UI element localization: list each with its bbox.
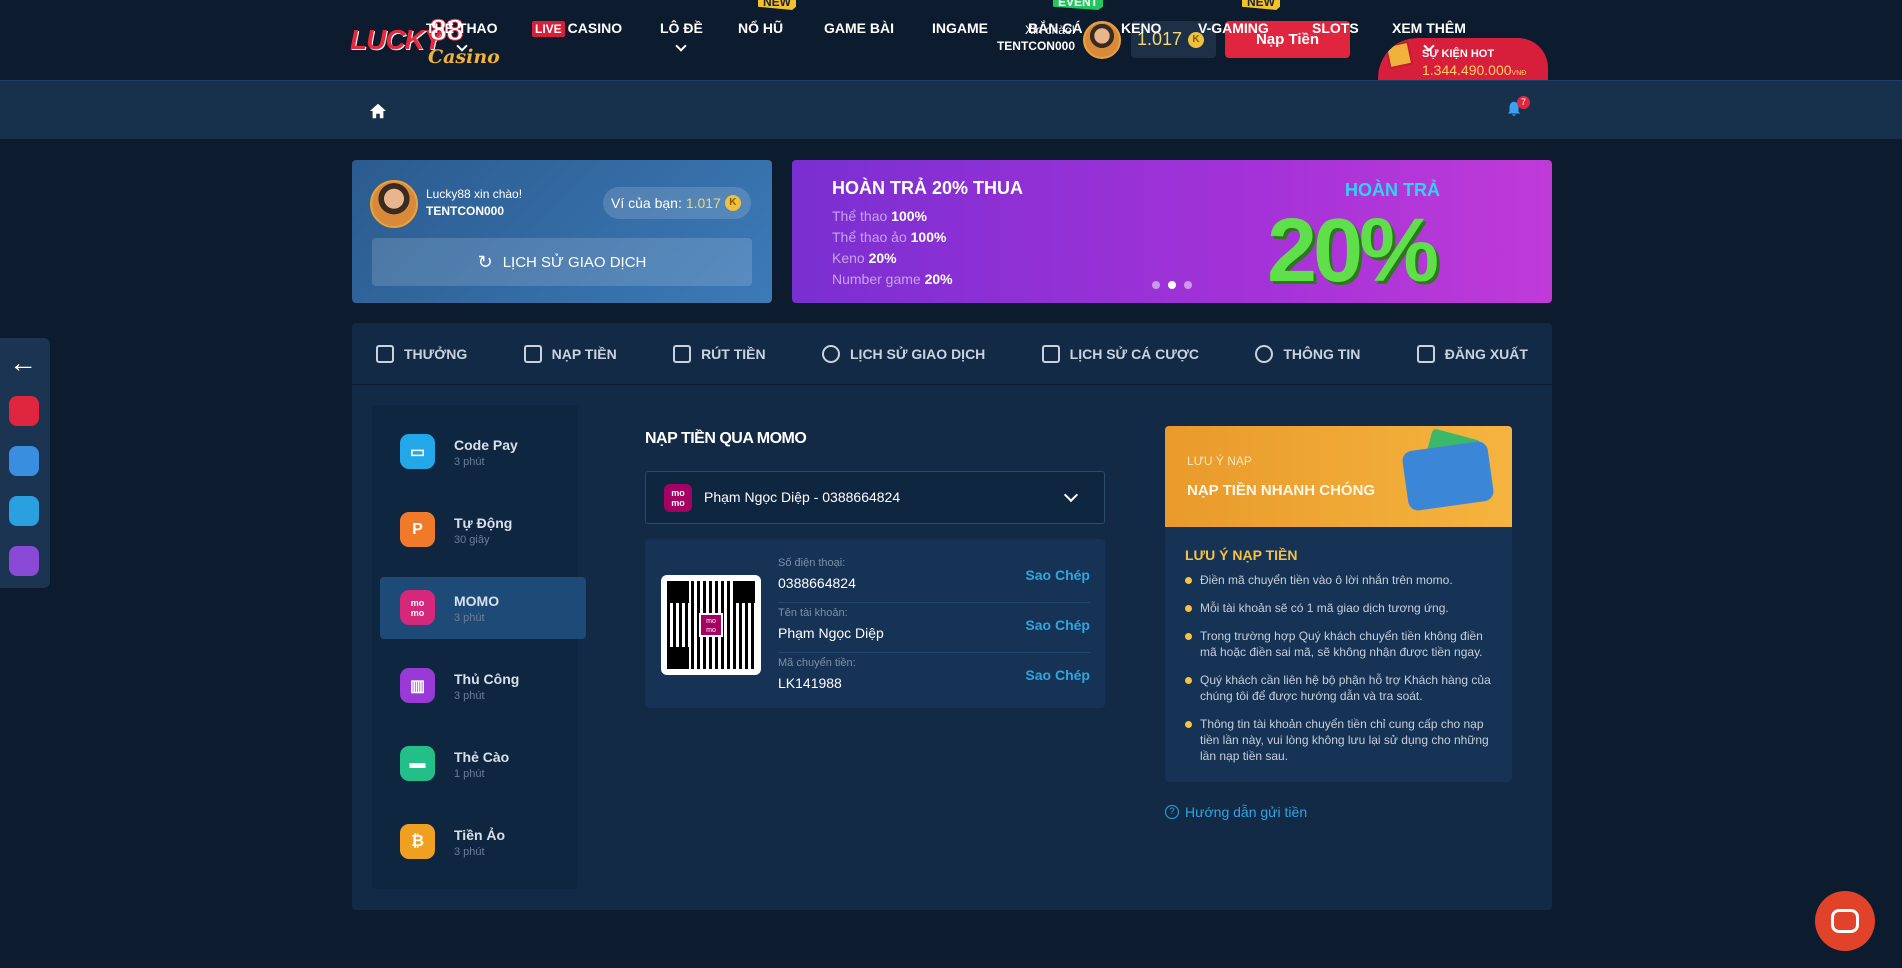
method-tu-dong[interactable]: P Tự Động 30 giây <box>380 499 586 561</box>
payment-method-list: ▭ Code Pay 3 phút P Tự Động 30 giây mo mo MOMO… <box>372 405 586 889</box>
tab-rut-tien[interactable]: RÚT TIỀN <box>673 344 766 363</box>
list-item: Trong trường hợp Quý khách chuyển tiền k… <box>1185 628 1500 660</box>
copy-name-button[interactable]: Sao Chép <box>1025 617 1090 633</box>
avatar <box>370 180 418 228</box>
carousel-dot[interactable] <box>1168 281 1176 289</box>
bitcoin-icon: ₿ <box>400 824 435 859</box>
nav-keno[interactable]: KENO <box>1121 20 1161 36</box>
nav-ingame[interactable]: INGAME <box>932 20 988 36</box>
phone-field: Số điện thoại: 0388664824 Sao Chép <box>778 553 1090 603</box>
account-select[interactable]: mo mo Phạm Ngọc Diệp - 0388664824 <box>645 471 1105 524</box>
nav-slots[interactable]: SLOTS <box>1312 20 1359 36</box>
user-icon <box>1255 344 1274 363</box>
wallet-icon <box>1401 440 1495 512</box>
telegram-icon[interactable] <box>9 496 39 526</box>
notification-count: 7 <box>1517 96 1530 109</box>
tab-thuong[interactable]: THƯỞNG <box>376 344 467 363</box>
avatar[interactable] <box>1083 21 1121 59</box>
method-thu-cong[interactable]: ▥ Thủ Công 3 phút <box>380 655 586 717</box>
nav-game-bai[interactable]: GAME BÀI <box>824 20 894 36</box>
help-icon: ? <box>1165 805 1179 819</box>
back-arrow-icon[interactable]: ← <box>9 349 39 380</box>
notes-list: Điền mã chuyển tiền vào ô lời nhắn trên … <box>1185 572 1500 776</box>
transaction-history-button[interactable]: ↻ LỊCH SỬ GIAO DỊCH <box>372 238 752 286</box>
copy-phone-button[interactable]: Sao Chép <box>1025 567 1090 583</box>
home-icon[interactable] <box>369 102 387 120</box>
nav-v-gaming[interactable]: V-GAMING NEW <box>1198 0 1280 36</box>
deposit-guide-link[interactable]: ? Hướng dẫn gửi tiền <box>1165 804 1307 820</box>
tab-nap-tien[interactable]: NẠP TIỀN <box>523 344 617 363</box>
receipt-icon <box>1041 344 1060 363</box>
quick-sidebar: ← <box>0 338 50 588</box>
method-code-pay[interactable]: ▭ Code Pay 3 phút <box>380 421 586 483</box>
method-tien-ao[interactable]: ₿ Tiền Ảo 3 phút <box>380 811 586 873</box>
carousel-dot[interactable] <box>1152 281 1160 289</box>
logout-icon <box>1416 344 1435 363</box>
transfer-info-card: mo mo Số điện thoại: 0388664824 Sao Chép T… <box>645 539 1105 708</box>
list-item: Điền mã chuyển tiền vào ô lời nhắn trên … <box>1185 572 1500 588</box>
account-name-field: Tên tài khoản: Phạm Ngọc Diệp Sao Chép <box>778 603 1090 653</box>
method-momo[interactable]: mo mo MOMO 3 phút <box>380 577 586 639</box>
nav-live-casino[interactable]: LIVE CASINO <box>532 20 622 37</box>
momo-icon: mo mo <box>664 484 692 512</box>
momo-icon: mo mo <box>400 590 435 625</box>
notes-banner: LƯU Ý NẠP NẠP TIỀN NHANH CHÓNG <box>1165 426 1512 527</box>
tab-lich-su-giao-dich[interactable]: LỊCH SỬ GIAO DỊCH <box>822 344 985 363</box>
nav-lo-de[interactable]: LÔ ĐỀ <box>660 20 703 52</box>
coin-icon: K <box>724 195 741 211</box>
scratch-card-icon: ▬ <box>400 746 435 781</box>
nav-no-hu[interactable]: NỔ HŨ NEW <box>738 0 796 36</box>
card-icon: ▭ <box>400 434 435 469</box>
page-title: NẠP TIỀN QUA MOMO <box>645 430 807 447</box>
welcome-card: Lucky88 xin chào! TENTCON000 Ví của bạn: 1… <box>352 160 772 303</box>
deposit-icon <box>523 344 542 363</box>
wallet-balance: Ví của bạn: 1.017 K <box>603 187 751 219</box>
carousel-dot[interactable] <box>1184 281 1192 289</box>
tab-thong-tin[interactable]: THÔNG TIN <box>1255 344 1360 363</box>
list-item: Thông tin tài khoản chuyển tiền chỉ cung… <box>1185 716 1500 764</box>
nav-the-thao[interactable]: THỂ THAO <box>426 20 498 52</box>
tab-lich-su-ca-cuoc[interactable]: LỊCH SỬ CÁ CƯỢC <box>1041 344 1199 363</box>
users-icon[interactable] <box>9 446 39 476</box>
history-icon <box>822 344 840 363</box>
momo-icon: mo mo <box>699 613 723 637</box>
deposit-notes: LƯU Ý NẠP NẠP TIỀN NHANH CHÓNG LƯU Ý NẠP… <box>1165 426 1512 782</box>
qr-code: mo mo <box>661 575 761 675</box>
withdraw-icon <box>673 344 692 363</box>
live-chat-button[interactable] <box>1815 891 1875 951</box>
carousel-dots <box>1152 281 1192 289</box>
gift-icon[interactable] <box>9 546 39 576</box>
history-icon: ↻ <box>477 251 493 272</box>
account-tabs: THƯỞNG NẠP TIỀN RÚT TIỀN LỊCH SỬ GIAO DỊ… <box>352 323 1552 385</box>
chevron-down-icon <box>1063 487 1079 503</box>
gift-icon <box>376 344 394 363</box>
auto-pay-icon: P <box>400 512 435 547</box>
gift-icon <box>1383 39 1415 71</box>
method-the-cao[interactable]: ▬ Thẻ Cào 1 phút <box>380 733 586 795</box>
hot-event-banner[interactable]: SỰ KIỆN HOT 1.344.490.000VNĐ <box>1378 38 1548 80</box>
list-item: Mỗi tài khoản sẽ có 1 mã giao dịch tương… <box>1185 600 1500 616</box>
account-panel: THƯỞNG NẠP TIỀN RÚT TIỀN LỊCH SỬ GIAO DỊ… <box>352 323 1552 910</box>
phone-icon[interactable] <box>9 396 39 426</box>
main-nav <box>0 80 1902 139</box>
top-bar: LUCKY 88 Casino Xin chào! TENTCON000 1.0… <box>0 0 1902 80</box>
tab-dang-xuat[interactable]: ĐĂNG XUẤT <box>1416 344 1528 363</box>
chat-icon <box>1831 909 1859 933</box>
bank-icon: ▥ <box>400 668 435 703</box>
promo-banner[interactable]: HOÀN TRẢ 20% THUA Thể thao 100% Thể thao… <box>792 160 1552 303</box>
nav-xem-them[interactable]: XEM THÊM <box>1392 20 1466 52</box>
nav-ban-ca[interactable]: BẮN CÁ EVENT <box>1028 0 1104 36</box>
copy-code-button[interactable]: Sao Chép <box>1025 667 1090 683</box>
transfer-code-field: Mã chuyển tiền: LK141988 Sao Chép <box>778 657 1090 691</box>
list-item: Quý khách cần liên hệ bộ phận hỗ trợ Khá… <box>1185 672 1500 704</box>
